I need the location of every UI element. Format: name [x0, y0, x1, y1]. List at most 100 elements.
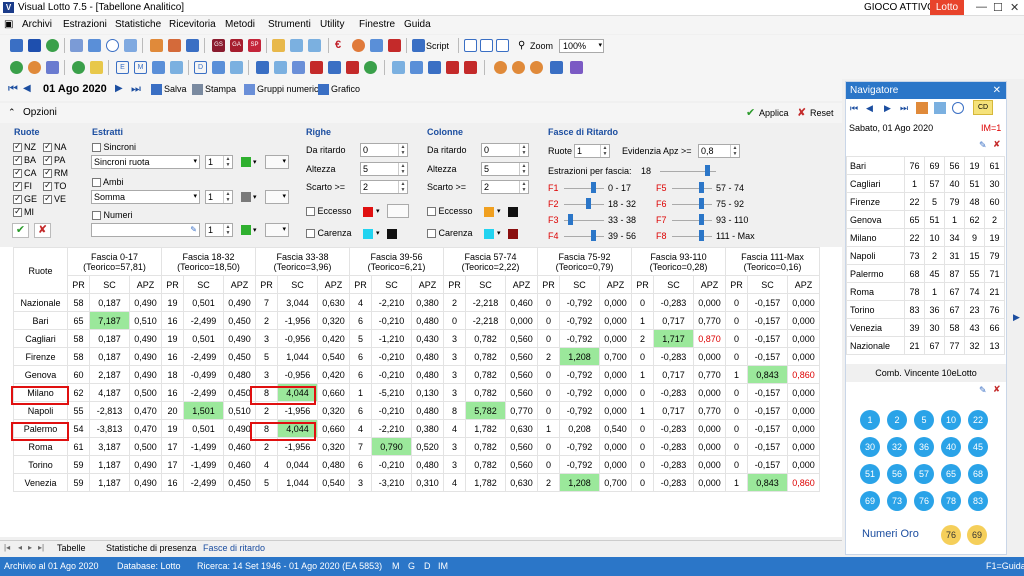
red-grid2-icon[interactable] — [346, 61, 359, 74]
stampa-button[interactable]: Stampa — [205, 84, 236, 94]
filter-icon[interactable] — [392, 61, 405, 74]
fascia-header[interactable]: Fascia 18-32 (Teorico=18,50) — [161, 247, 256, 276]
table-row[interactable]: Firenze 58 0,187 0,490 16 -2,499 0,450 5 1,044 0,… — [13, 347, 820, 366]
applica-button[interactable]: Applica — [759, 108, 789, 118]
ruota-checkbox-pa[interactable]: PA — [43, 154, 65, 166]
next-icon[interactable]: ▶ — [115, 83, 123, 94]
stats-icon[interactable] — [230, 61, 243, 74]
script-icon[interactable] — [412, 39, 425, 52]
ruota-checkbox-to[interactable]: TO — [43, 180, 66, 192]
fascia-slider[interactable] — [586, 198, 591, 209]
sincroni-ruota-select[interactable]: Sincroni ruota ▾ — [91, 155, 200, 169]
colonne-eccesso-checkbox[interactable]: Eccesso — [427, 206, 473, 217]
righe-eccesso-bg[interactable] — [387, 204, 409, 218]
table-row[interactable]: Torino 59 1,187 0,490 17 -1,499 0,460 4 0,044 0,4… — [13, 455, 820, 474]
ruota-checkbox-ca[interactable]: CA — [13, 167, 37, 179]
lotto-badge[interactable]: Lotto — [930, 0, 964, 15]
navigator-row[interactable]: Venezia 39 30 58 43 66 — [846, 318, 1005, 337]
menu-metodi[interactable]: Metodi — [225, 19, 255, 30]
fascia-slider[interactable] — [591, 182, 596, 193]
c-circle-icon[interactable] — [530, 61, 543, 74]
fascia-slider[interactable] — [699, 230, 704, 241]
sp-button[interactable]: SP — [248, 39, 261, 52]
ruota-checkbox-rm[interactable]: RM — [43, 167, 68, 179]
righe-eccesso-dropdown[interactable]: ▾ — [376, 207, 380, 215]
somma-select[interactable]: Somma ▾ — [91, 190, 200, 204]
gruppi-button[interactable]: Gruppi numerici — [257, 84, 321, 94]
righe-eccesso-checkbox[interactable]: Eccesso — [306, 206, 352, 217]
nav-edit-icon[interactable]: ✎ — [979, 140, 987, 151]
colonne-carenza-color[interactable] — [484, 229, 494, 239]
chart-icon[interactable] — [46, 61, 59, 74]
ga-button[interactable]: GA — [230, 39, 243, 52]
colonne-eccesso-bg[interactable] — [508, 207, 518, 217]
ruota-checkbox-na[interactable]: NA — [43, 141, 67, 153]
first-icon[interactable]: ⏮ — [8, 83, 18, 96]
righe-altezza-field[interactable]: 5 ▲ ▼ — [360, 162, 408, 176]
blue-grid-icon[interactable] — [328, 61, 341, 74]
menu-utility[interactable]: Utility — [320, 19, 344, 30]
somma-color-swatch[interactable] — [241, 192, 251, 202]
table-row[interactable]: Nazionale 58 0,187 0,490 19 0,501 0,490 7 3,044 0… — [13, 293, 820, 312]
bar-icon[interactable] — [428, 61, 441, 74]
reset-button[interactable]: Reset — [810, 108, 834, 118]
nav-calendar-icon[interactable] — [916, 102, 928, 114]
doc-icon[interactable] — [168, 39, 181, 52]
vertical-icon[interactable] — [570, 61, 583, 74]
grafico-button[interactable]: Grafico — [331, 84, 360, 94]
ruota-checkbox-ge[interactable]: GE — [13, 193, 37, 205]
minimize-icon[interactable]: — — [976, 1, 987, 13]
ambi-checkbox[interactable]: Ambi — [92, 177, 124, 188]
nav-circle-icon[interactable] — [952, 102, 964, 114]
colonne-da-ritardo-field[interactable]: 0 ▲ ▼ — [481, 143, 529, 157]
navigator-row[interactable]: Milano 22 10 34 9 19 — [846, 228, 1005, 247]
tab-prev-icon[interactable]: ◂ — [18, 543, 22, 552]
panel2-icon[interactable] — [480, 39, 493, 52]
somma-num-field[interactable]: 1 ▲ ▼ — [205, 190, 233, 204]
reset-x-icon[interactable]: ✘ — [797, 106, 806, 119]
table-row[interactable]: Venezia 59 1,187 0,490 16 -2,499 0,450 5 1,044 0,… — [13, 473, 820, 492]
navigator-row[interactable]: Torino 83 36 67 23 76 — [846, 300, 1005, 319]
circle-icon[interactable] — [106, 39, 119, 52]
comb-clear-icon[interactable]: ✘ — [993, 384, 1001, 395]
a-circle-icon[interactable] — [512, 61, 525, 74]
table2-icon[interactable] — [256, 61, 269, 74]
righe-carenza-checkbox[interactable]: Carenza — [306, 228, 352, 239]
estr-per-fascia-slider[interactable] — [705, 165, 710, 176]
tab-tabelle[interactable]: Tabelle — [57, 543, 86, 553]
check-list-icon[interactable] — [272, 39, 285, 52]
report-icon[interactable] — [150, 39, 163, 52]
righe-carenza-color[interactable] — [363, 229, 373, 239]
cards-icon[interactable] — [370, 39, 383, 52]
edit-icon[interactable]: ✎ — [190, 224, 197, 236]
somma-color-dropdown[interactable]: ▾ — [253, 193, 257, 201]
numeri-color-swatch[interactable] — [241, 225, 251, 235]
fascia-header[interactable]: Fascia 93-110 (Teorico=0,28) — [631, 247, 726, 276]
panel3-icon[interactable] — [496, 39, 509, 52]
fascia-slider[interactable] — [699, 214, 704, 225]
navigator-row[interactable]: Nazionale 21 67 77 32 13 — [846, 336, 1005, 355]
tab-statistiche-presenza[interactable]: Statistiche di presenza — [106, 543, 197, 553]
colonne-carenza-dropdown[interactable]: ▾ — [497, 229, 501, 237]
table-row[interactable]: Bari 65 7,187 0,510 16 -2,499 0,450 2 -1,956 0,32… — [13, 311, 820, 330]
table-icon[interactable] — [88, 39, 101, 52]
menu-app-icon[interactable]: ▣ — [4, 19, 13, 30]
numeri-num-field[interactable]: 1 ▲ ▼ — [205, 223, 233, 237]
notes-icon[interactable] — [212, 61, 225, 74]
righe-carenza-bg[interactable] — [387, 229, 397, 239]
lines-icon[interactable] — [152, 61, 165, 74]
ruota-checkbox-mi[interactable]: MI — [13, 206, 34, 218]
numeri-bg-color[interactable]: ▾ — [265, 223, 289, 237]
side-expand-icon[interactable]: ▶ — [1013, 312, 1020, 323]
matrix-icon[interactable] — [292, 61, 305, 74]
groups-icon[interactable] — [244, 84, 255, 95]
arrows-icon[interactable] — [550, 61, 563, 74]
s-circle-icon[interactable] — [494, 61, 507, 74]
fascia-slider[interactable] — [699, 182, 704, 193]
menu-estrazioni[interactable]: Estrazioni — [63, 19, 107, 30]
euro-icon[interactable]: € — [335, 39, 348, 52]
menu-ricevitoria[interactable]: Ricevitoria — [169, 19, 216, 30]
fascia-header[interactable]: Fascia 39-56 (Teorico=6,21) — [349, 247, 444, 276]
ruote-confirm-button[interactable]: ✔ — [12, 223, 29, 238]
colonne-eccesso-dropdown[interactable]: ▾ — [497, 207, 501, 215]
